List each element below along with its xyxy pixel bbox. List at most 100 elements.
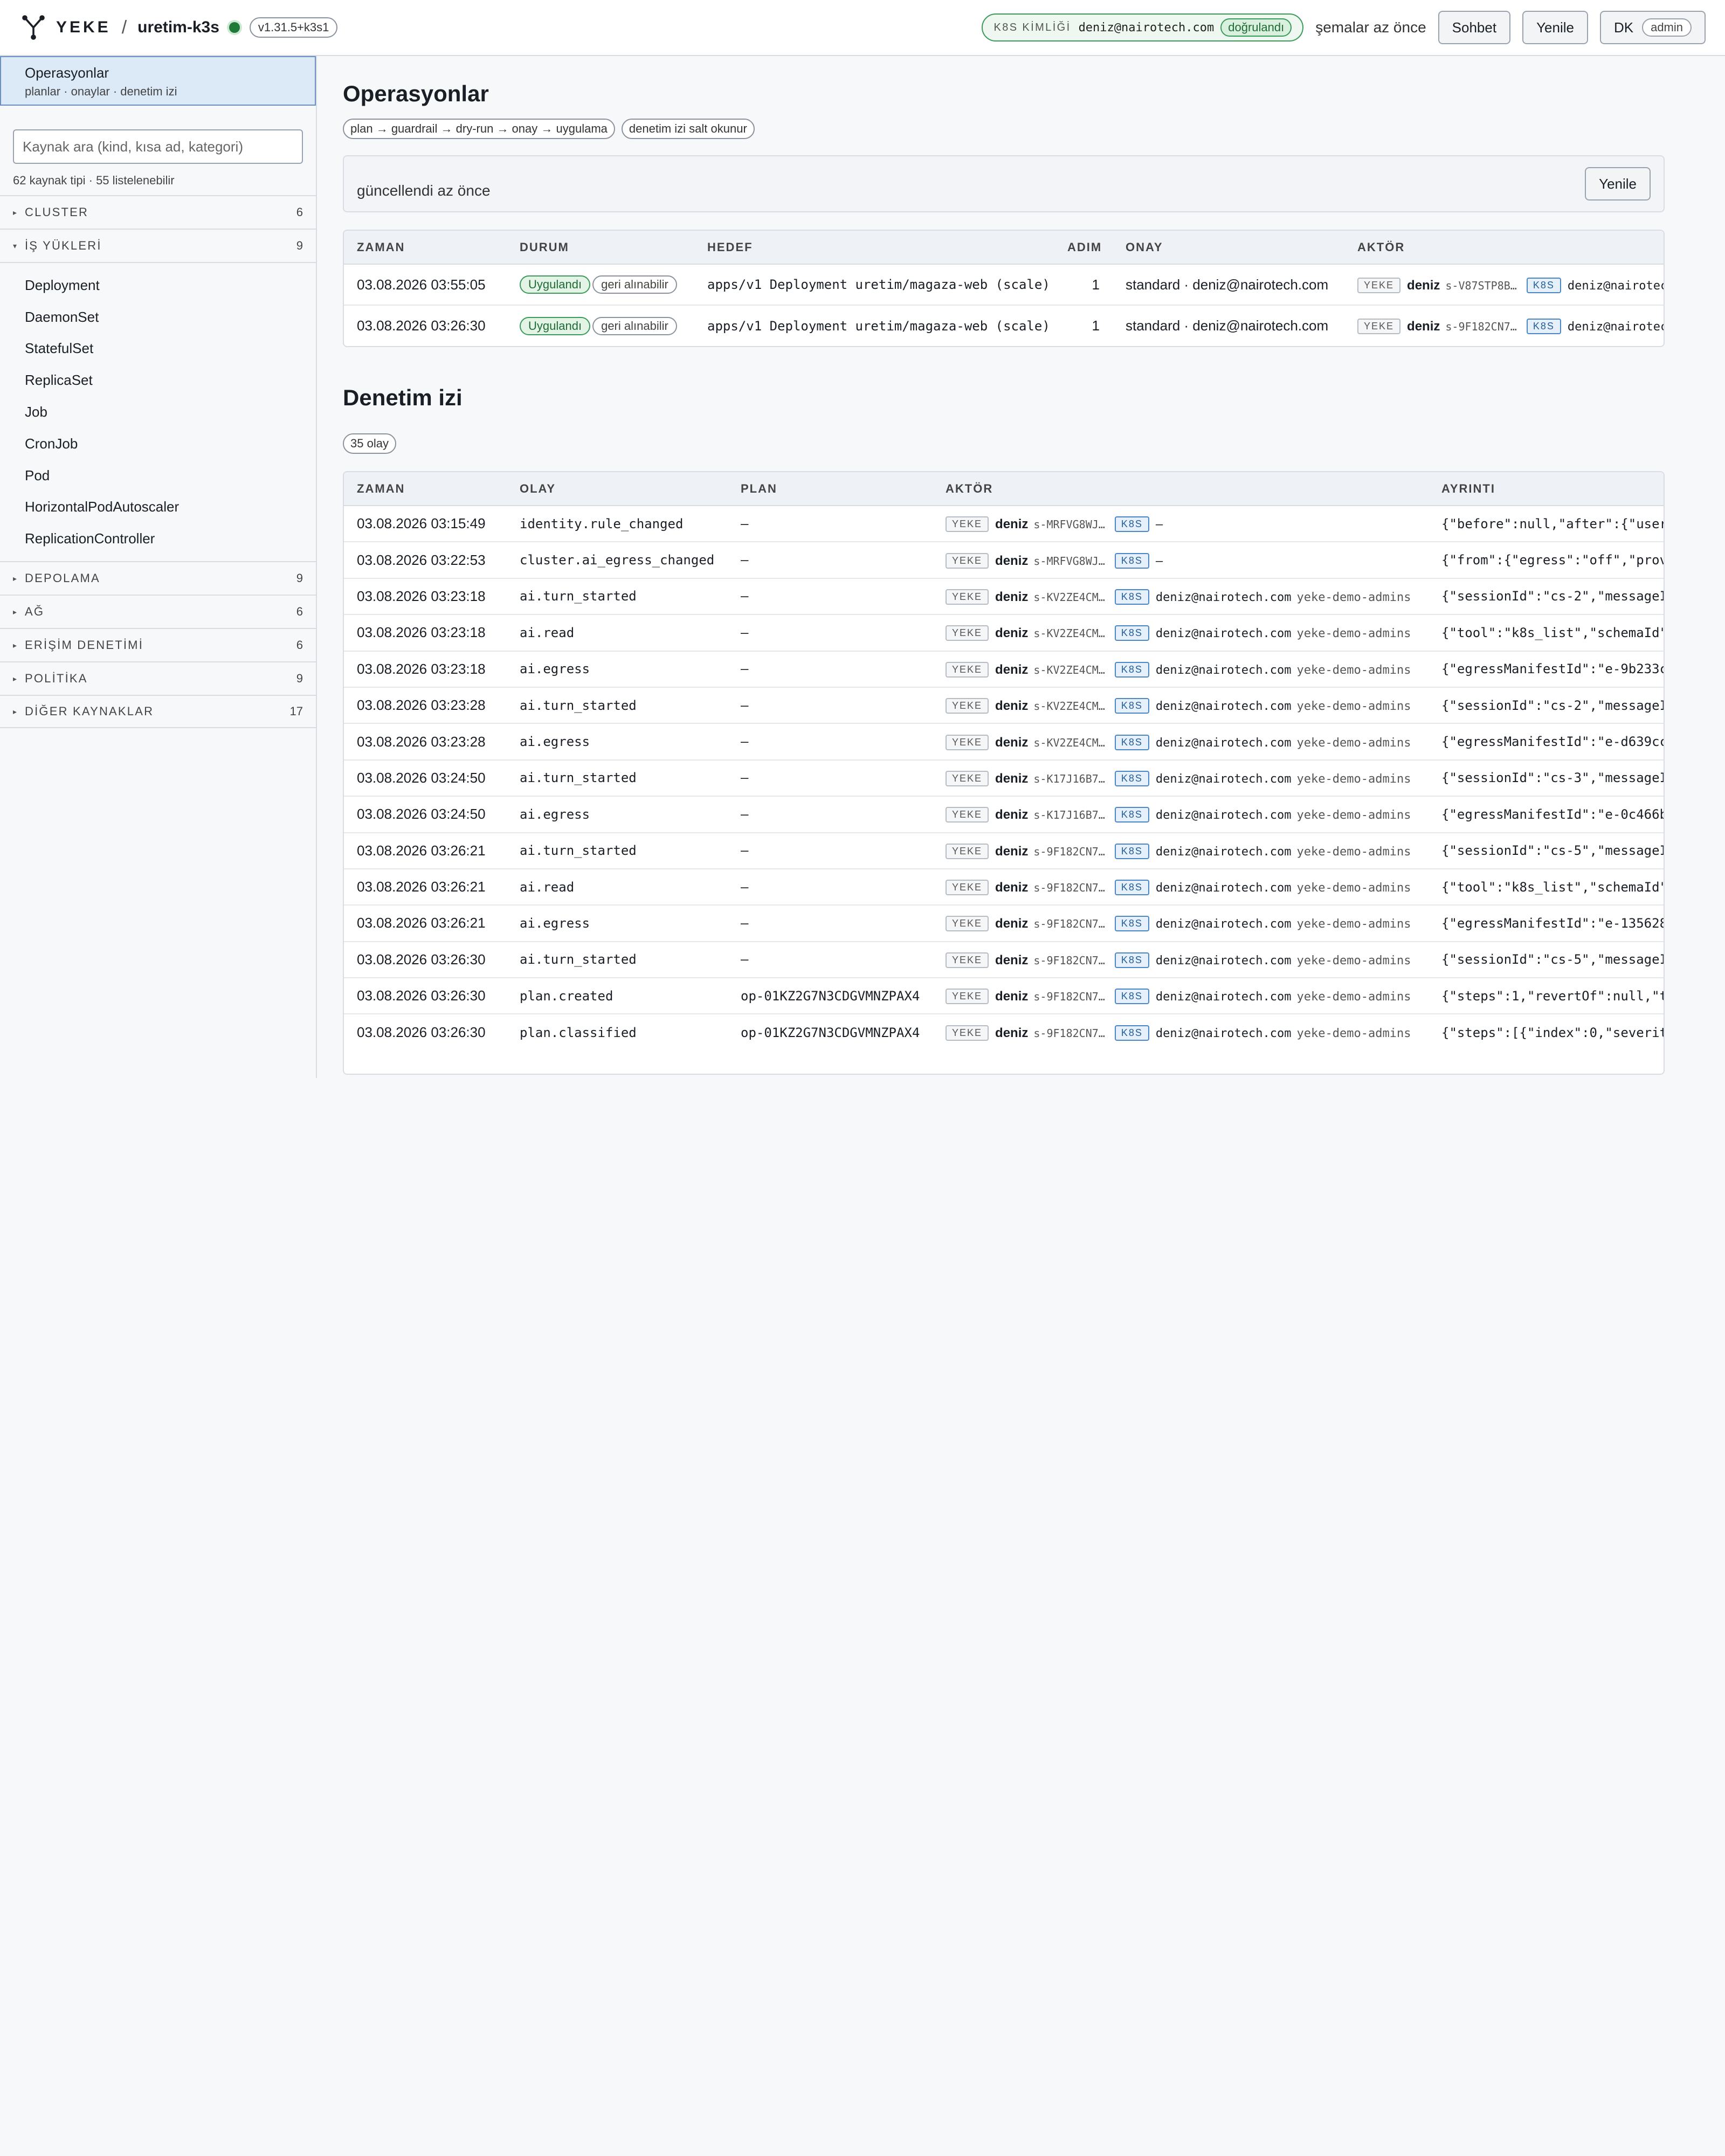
- column-header-actor[interactable]: AKTÖR: [933, 472, 1429, 506]
- k8s-identity-status: doğrulandı: [1220, 18, 1292, 37]
- category-network[interactable]: ▸ AĞ 6: [0, 595, 316, 628]
- yeke-tag: YEKE: [946, 552, 989, 569]
- sidebar-item-statefulset[interactable]: StatefulSet: [0, 333, 316, 365]
- yeke-tag: YEKE: [946, 952, 989, 968]
- sidebar-item-daemonset[interactable]: DaemonSet: [0, 301, 316, 333]
- table-row[interactable]: 03.08.2026 03:24:50 ai.egress — YEKE deniz s-…: [344, 796, 1664, 833]
- audit-section-title: Denetim izi: [343, 385, 463, 410]
- sidebar-item-hpa[interactable]: HorizontalPodAutoscaler: [0, 492, 316, 523]
- table-header-row: ZAMAN OLAY PLAN AKTÖR AYRINTI: [344, 472, 1664, 506]
- yeke-tag: YEKE: [946, 589, 989, 605]
- table-row[interactable]: 03.08.2026 03:26:30 Uygulandı geri alınabi…: [344, 305, 1664, 346]
- cell-plan[interactable]: —: [728, 832, 933, 869]
- sidebar-item-pod[interactable]: Pod: [0, 460, 316, 492]
- cell-plan[interactable]: —: [728, 905, 933, 942]
- column-header-event[interactable]: OLAY: [507, 472, 728, 506]
- cell-plan[interactable]: —: [728, 614, 933, 652]
- schema-status: şemalar az önce: [1315, 19, 1426, 36]
- category-access-control[interactable]: ▸ ERİŞİM DENETİMİ 6: [0, 628, 316, 661]
- column-header-plan[interactable]: PLAN: [728, 472, 933, 506]
- cluster-version-badge: v1.31.5+k3s1: [249, 17, 338, 38]
- cell-time: 03.08.2026 03:26:30: [344, 978, 507, 1015]
- category-policy[interactable]: ▸ POLİTİKA 9: [0, 661, 316, 695]
- cell-plan[interactable]: —: [728, 941, 933, 979]
- cell-event: ai.turn_started: [507, 941, 728, 979]
- session-id: s-KV2ZE4CM…: [1033, 627, 1105, 640]
- category-workloads[interactable]: ▾ İŞ YÜKLERİ 9: [0, 229, 316, 262]
- cell-plan[interactable]: —: [728, 542, 933, 579]
- column-header-steps[interactable]: ADIM: [1054, 231, 1113, 265]
- category-cluster[interactable]: ▸ CLUSTER 6: [0, 195, 316, 229]
- refresh-button[interactable]: Yenile: [1522, 11, 1588, 44]
- session-id: s-9F182CN7…: [1033, 1027, 1105, 1040]
- table-row[interactable]: 03.08.2026 03:26:21 ai.read — YEKE deniz s-9F…: [344, 868, 1664, 906]
- cell-event: identity.rule_changed: [507, 506, 728, 543]
- cell-plan[interactable]: op-01KZ2G7N3CDGVMNZPAX4: [728, 1014, 933, 1050]
- column-header-detail[interactable]: AYRINTI: [1429, 472, 1664, 506]
- actor-name: deniz: [995, 626, 1029, 641]
- sidebar-item-replicationcontroller[interactable]: ReplicationController: [0, 523, 316, 555]
- cell-plan[interactable]: —: [728, 506, 933, 543]
- column-header-approval[interactable]: ONAY: [1113, 231, 1344, 265]
- operations-refresh-button[interactable]: Yenile: [1585, 167, 1651, 201]
- k8s-tag: K8S: [1526, 319, 1561, 334]
- cell-plan[interactable]: —: [728, 796, 933, 833]
- table-header-row: ZAMAN DURUM HEDEF ADIM ONAY AKTÖR: [344, 231, 1664, 265]
- actor-name: deniz: [995, 517, 1029, 532]
- table-row[interactable]: 03.08.2026 03:23:28 ai.turn_started — YEKE d…: [344, 687, 1664, 724]
- table-row[interactable]: 03.08.2026 03:24:50 ai.turn_started — YEKE d…: [344, 759, 1664, 797]
- cell-plan[interactable]: —: [728, 723, 933, 761]
- table-row[interactable]: 03.08.2026 03:26:30 plan.created op-01KZ2G…: [344, 978, 1664, 1015]
- column-header-time[interactable]: ZAMAN: [344, 231, 507, 265]
- session-id: s-K17J16B7…: [1033, 772, 1105, 785]
- table-row[interactable]: 03.08.2026 03:22:53 cluster.ai_egress_cha…: [344, 542, 1664, 579]
- actor-group: yeke-demo-admins: [1296, 953, 1411, 968]
- cell-approval: standard · deniz@nairotech.com: [1113, 264, 1344, 306]
- cluster-name[interactable]: uretim-k3s: [137, 18, 219, 37]
- table-row[interactable]: 03.08.2026 03:26:21 ai.turn_started — YEKE d…: [344, 832, 1664, 869]
- table-row[interactable]: 03.08.2026 03:23:28 ai.egress — YEKE deniz s-…: [344, 723, 1664, 761]
- k8s-tag: K8S: [1114, 916, 1149, 932]
- cell-plan[interactable]: —: [728, 578, 933, 616]
- column-header-time[interactable]: ZAMAN: [344, 472, 507, 506]
- actor-group: yeke-demo-admins: [1296, 736, 1411, 750]
- operations-nav-subtitle: planlar · onaylar · denetim izi: [25, 85, 177, 98]
- cell-time: 03.08.2026 03:23:18: [344, 614, 507, 652]
- cell-event: ai.read: [507, 614, 728, 652]
- sidebar-item-replicaset[interactable]: ReplicaSet: [0, 364, 316, 396]
- chat-button[interactable]: Sohbet: [1438, 11, 1511, 44]
- table-row[interactable]: 03.08.2026 03:23:18 ai.turn_started — YEKE d…: [344, 578, 1664, 616]
- cell-plan[interactable]: —: [728, 687, 933, 724]
- sidebar-item-operations[interactable]: Operasyonlar planlar · onaylar · denetim…: [0, 56, 316, 106]
- sidebar-item-job[interactable]: Job: [0, 396, 316, 428]
- cell-time: 03.08.2026 03:26:21: [344, 832, 507, 869]
- actor-group: yeke-demo-admins: [1296, 917, 1411, 931]
- resource-search-input[interactable]: [13, 129, 303, 164]
- actor-name: deniz: [995, 553, 1029, 568]
- category-storage[interactable]: ▸ DEPOLAMA 9: [0, 561, 316, 595]
- category-other-resources[interactable]: ▸ DİĞER KAYNAKLAR 17: [0, 695, 316, 729]
- sidebar-item-cronjob[interactable]: CronJob: [0, 428, 316, 460]
- table-row[interactable]: 03.08.2026 03:26:30 plan.classified op-01K…: [344, 1014, 1664, 1050]
- table-row[interactable]: 03.08.2026 03:23:18 ai.read — YEKE deniz s-KV…: [344, 614, 1664, 652]
- cell-plan[interactable]: —: [728, 759, 933, 797]
- brand[interactable]: YEKE: [22, 15, 111, 40]
- column-header-status[interactable]: DURUM: [507, 231, 694, 265]
- user-menu-button[interactable]: DK admin: [1599, 11, 1706, 44]
- table-row[interactable]: 03.08.2026 03:26:30 ai.turn_started — YEKE d…: [344, 941, 1664, 979]
- actor-group: yeke-demo-admins: [1296, 590, 1411, 604]
- category-label: DEPOLAMA: [25, 571, 100, 585]
- table-row[interactable]: 03.08.2026 03:26:21 ai.egress — YEKE deniz s-…: [344, 905, 1664, 942]
- column-header-target[interactable]: HEDEF: [694, 231, 1054, 265]
- cell-detail: {"tool":"k8s_list","schemaId":"n: [1429, 868, 1664, 906]
- cell-plan[interactable]: —: [728, 651, 933, 688]
- actor-name: deniz: [1407, 319, 1440, 334]
- table-row[interactable]: 03.08.2026 03:23:18 ai.egress — YEKE deniz s-…: [344, 651, 1664, 688]
- table-row[interactable]: 03.08.2026 03:15:49 identity.rule_changed…: [344, 506, 1664, 543]
- cell-plan[interactable]: —: [728, 868, 933, 906]
- sidebar-item-deployment[interactable]: Deployment: [0, 270, 316, 301]
- cell-plan[interactable]: op-01KZ2G7N3CDGVMNZPAX4: [728, 978, 933, 1015]
- updated-status: güncellendi az önce: [357, 182, 491, 199]
- column-header-actor[interactable]: AKTÖR: [1344, 231, 1664, 265]
- table-row[interactable]: 03.08.2026 03:55:05 Uygulandı geri alınabi…: [344, 264, 1664, 306]
